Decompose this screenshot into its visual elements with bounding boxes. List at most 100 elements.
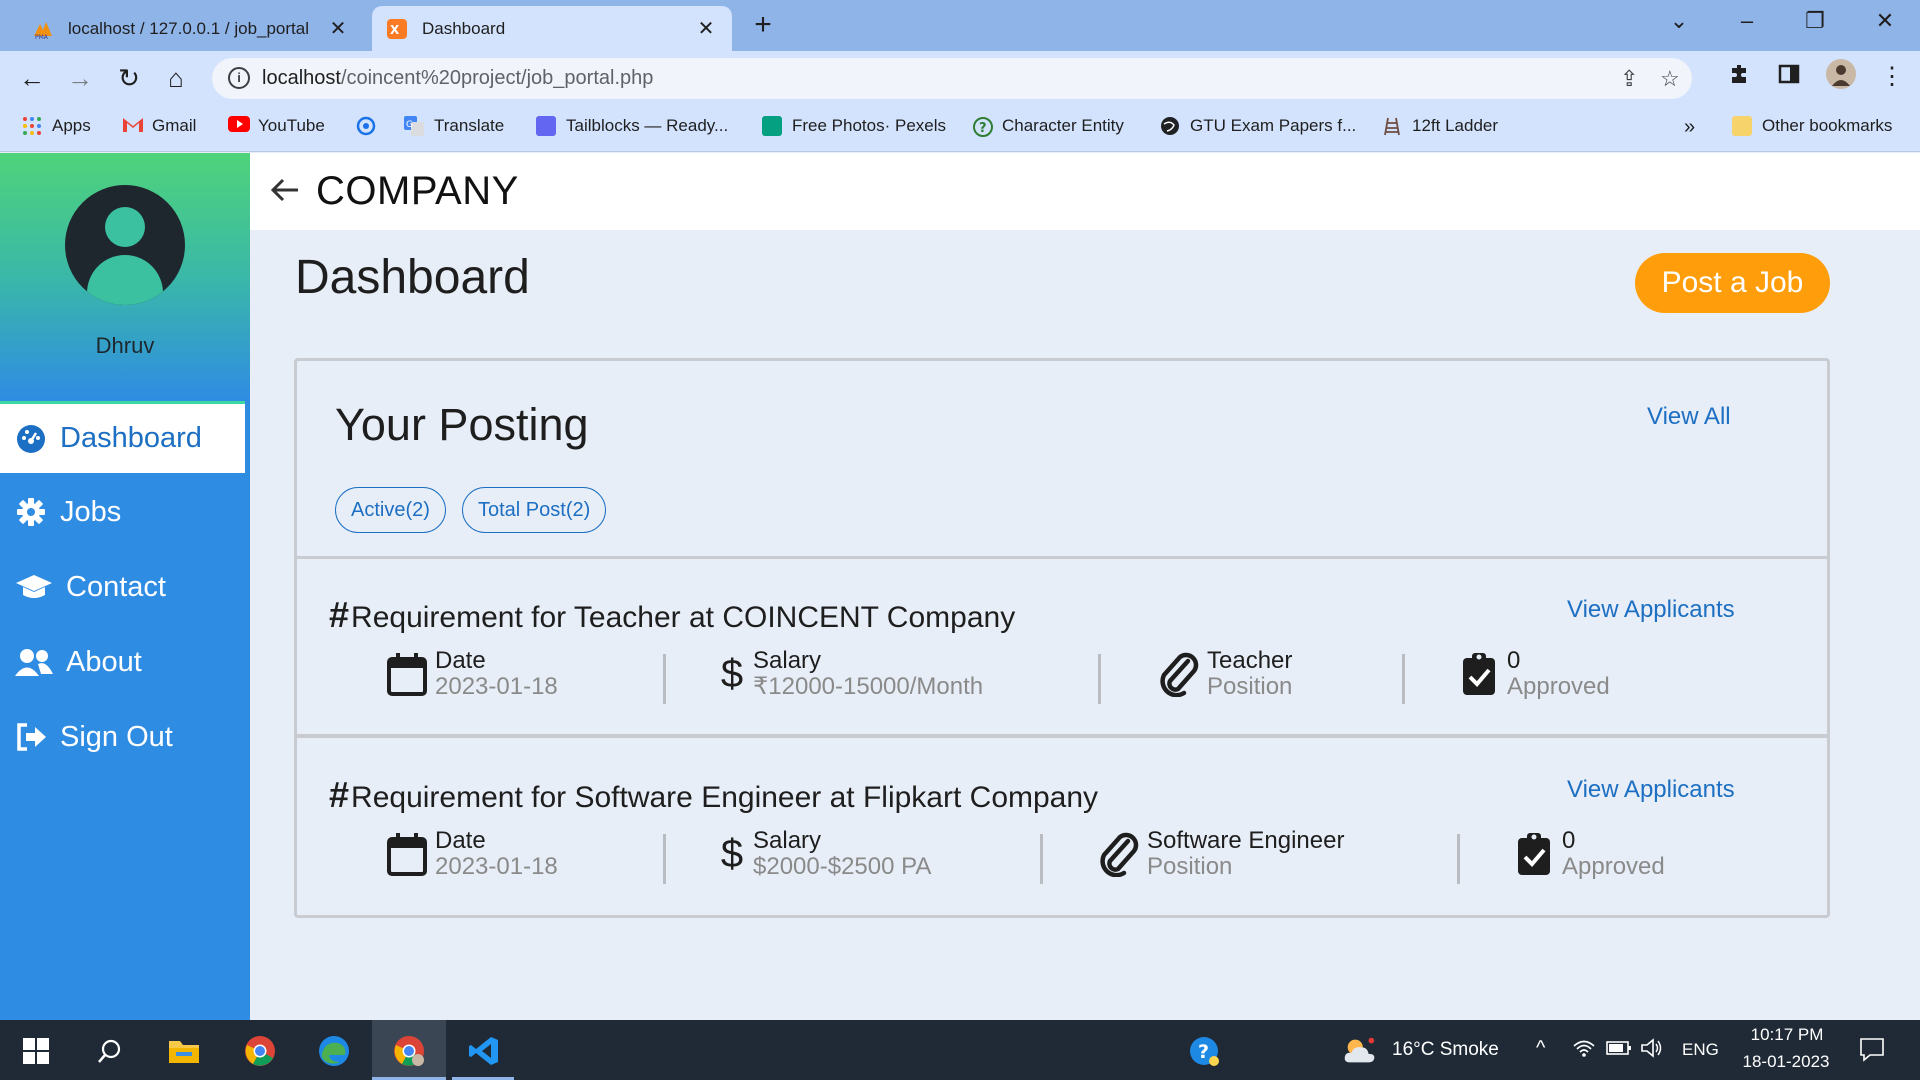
- more-bookmarks-button[interactable]: »: [1684, 116, 1695, 139]
- other-bookmarks-folder[interactable]: Other bookmarks: [1732, 116, 1892, 136]
- job-position: Teacher Position: [1157, 648, 1292, 700]
- sidebar-item-dashboard[interactable]: Dashboard: [0, 401, 245, 473]
- bookmark-apps[interactable]: Apps: [22, 116, 91, 136]
- weather-cloud-icon[interactable]: [1342, 1033, 1378, 1069]
- youtube-icon: [228, 116, 250, 136]
- notifications-icon[interactable]: [1858, 1035, 1886, 1069]
- job-title: #Requirement for Software Engineer at Fl…: [329, 774, 1098, 816]
- bookmark-label: Other bookmarks: [1762, 116, 1893, 135]
- bookmark-star-icon[interactable]: ☆: [1660, 66, 1680, 92]
- back-icon[interactable]: ←: [16, 63, 48, 93]
- bookmark-youtube[interactable]: YouTube: [228, 116, 325, 136]
- stat-label: Date: [435, 827, 486, 854]
- reload-icon[interactable]: ↻: [113, 63, 145, 93]
- divider: [663, 834, 666, 884]
- view-applicants-link[interactable]: View Applicants: [1567, 776, 1735, 804]
- chrome-profile-icon[interactable]: [391, 1033, 427, 1069]
- weather-text[interactable]: 16°C Smoke: [1392, 1039, 1499, 1061]
- battery-icon[interactable]: [1606, 1040, 1632, 1062]
- url-path: /coincent%20project/job_portal.php: [340, 67, 654, 89]
- sidebar-item-about[interactable]: About: [0, 626, 250, 698]
- chrome-icon[interactable]: [242, 1033, 278, 1069]
- xampp-icon: X: [386, 18, 408, 40]
- job-position: Software Engineer Position: [1097, 828, 1344, 880]
- dollar-icon: $: [720, 651, 744, 696]
- view-applicants-link[interactable]: View Applicants: [1567, 596, 1735, 624]
- clipboard-check-icon: [1457, 650, 1501, 698]
- active-posts-pill[interactable]: Active(2): [335, 487, 446, 533]
- stat-label: Teacher: [1207, 647, 1293, 674]
- bookmark-label: Translate: [434, 116, 505, 135]
- bookmark-translate[interactable]: G Translate: [404, 116, 504, 136]
- bookmark-tailblocks[interactable]: Tailblocks — Ready...: [536, 116, 728, 136]
- volume-icon[interactable]: [1640, 1037, 1664, 1065]
- close-icon[interactable]: ✕: [694, 16, 718, 41]
- bookmark-gmail[interactable]: Gmail: [122, 116, 196, 136]
- tab-search-chevron-icon[interactable]: ⌄: [1664, 8, 1694, 34]
- tray-chevron-up-icon[interactable]: ^: [1536, 1037, 1545, 1060]
- stat-value: 2023-01-18: [435, 853, 558, 880]
- total-posts-pill[interactable]: Total Post(2): [462, 487, 607, 533]
- gmail-icon: [122, 116, 143, 136]
- tab-title: Dashboard: [422, 18, 506, 38]
- share-icon[interactable]: ⇪: [1620, 66, 1638, 92]
- help-icon[interactable]: ?: [1186, 1033, 1222, 1069]
- clock-time[interactable]: 10:17 PM: [1742, 1025, 1832, 1045]
- windows-start-icon[interactable]: [18, 1033, 54, 1069]
- user-avatar-icon: [65, 185, 185, 305]
- wifi-icon[interactable]: [1572, 1038, 1596, 1064]
- bookmark-label: Apps: [52, 116, 91, 135]
- view-all-link[interactable]: View All: [1647, 403, 1731, 431]
- sidebar-item-contact[interactable]: Contact: [0, 551, 250, 623]
- profile-section: Dhruv: [0, 153, 250, 401]
- new-tab-button[interactable]: +: [748, 8, 778, 42]
- close-icon[interactable]: ✕: [326, 16, 350, 41]
- bookmark-character-entity[interactable]: ? Character Entity: [972, 116, 1124, 137]
- restore-icon[interactable]: ❐: [1800, 8, 1830, 34]
- svg-text:?: ?: [1198, 1041, 1209, 1063]
- site-info-icon[interactable]: i: [228, 67, 250, 89]
- post-a-job-button[interactable]: Post a Job: [1635, 253, 1830, 313]
- forward-icon[interactable]: →: [64, 63, 96, 93]
- clock-date[interactable]: 18-01-2023: [1736, 1052, 1836, 1072]
- bookmark-12ft-ladder[interactable]: 12ft Ladder: [1382, 116, 1498, 136]
- profile-avatar-icon[interactable]: [1826, 59, 1856, 96]
- username: Dhruv: [95, 333, 155, 358]
- browser-menu-icon[interactable]: ⋮: [1880, 62, 1904, 91]
- home-icon[interactable]: ⌂: [160, 63, 192, 93]
- language-indicator[interactable]: ENG: [1682, 1040, 1719, 1060]
- sidebar-item-sign-out[interactable]: Sign Out: [0, 701, 250, 773]
- bookmark-pexels[interactable]: Free Photos· Pexels: [762, 116, 946, 136]
- minimize-icon[interactable]: –: [1732, 8, 1762, 34]
- file-explorer-icon[interactable]: [166, 1033, 202, 1069]
- bookmark-label: 12ft Ladder: [1412, 116, 1499, 135]
- window-close-icon[interactable]: ✕: [1870, 8, 1900, 34]
- globe-icon: [1160, 116, 1180, 136]
- browser-tab-phpmyadmin[interactable]: PMA localhost / 127.0.0.1 / job_portal ✕: [18, 6, 364, 51]
- arrow-left-icon[interactable]: [270, 172, 306, 211]
- bookmark-gtu[interactable]: GTU Exam Papers f...: [1160, 116, 1356, 136]
- url-host: localhost: [262, 67, 341, 89]
- vscode-icon[interactable]: [466, 1033, 502, 1069]
- bookmarks-bar: Apps Gmail YouTube G Translate Tailblock…: [0, 106, 1920, 152]
- stat-value: Position: [1147, 853, 1233, 880]
- stat-value: ₹12000-15000/Month: [753, 673, 984, 700]
- stat-label: 0: [1507, 647, 1521, 674]
- sidebar-item-label: About: [66, 645, 142, 678]
- bookmark-sync[interactable]: [356, 116, 386, 136]
- browser-tab-dashboard[interactable]: X Dashboard ✕: [372, 6, 732, 51]
- address-bar[interactable]: i localhost/coincent%20project/job_porta…: [212, 58, 1692, 99]
- extensions-puzzle-icon[interactable]: [1728, 62, 1752, 93]
- side-panel-icon[interactable]: [1777, 62, 1801, 93]
- job-date: Date 2023-01-18: [385, 648, 558, 700]
- sidebar-item-jobs[interactable]: Jobs: [0, 476, 250, 548]
- dollar-icon: $: [720, 831, 744, 876]
- stat-value: $2000-$2500 PA: [753, 853, 932, 880]
- edge-icon[interactable]: [316, 1033, 352, 1069]
- bookmark-label: Character Entity: [1002, 116, 1124, 135]
- svg-text:G: G: [406, 120, 413, 130]
- sidebar-item-label: Jobs: [60, 495, 122, 528]
- job-date: Date 2023-01-18: [385, 828, 558, 880]
- search-icon[interactable]: [92, 1033, 128, 1069]
- bookmark-label: YouTube: [258, 116, 325, 135]
